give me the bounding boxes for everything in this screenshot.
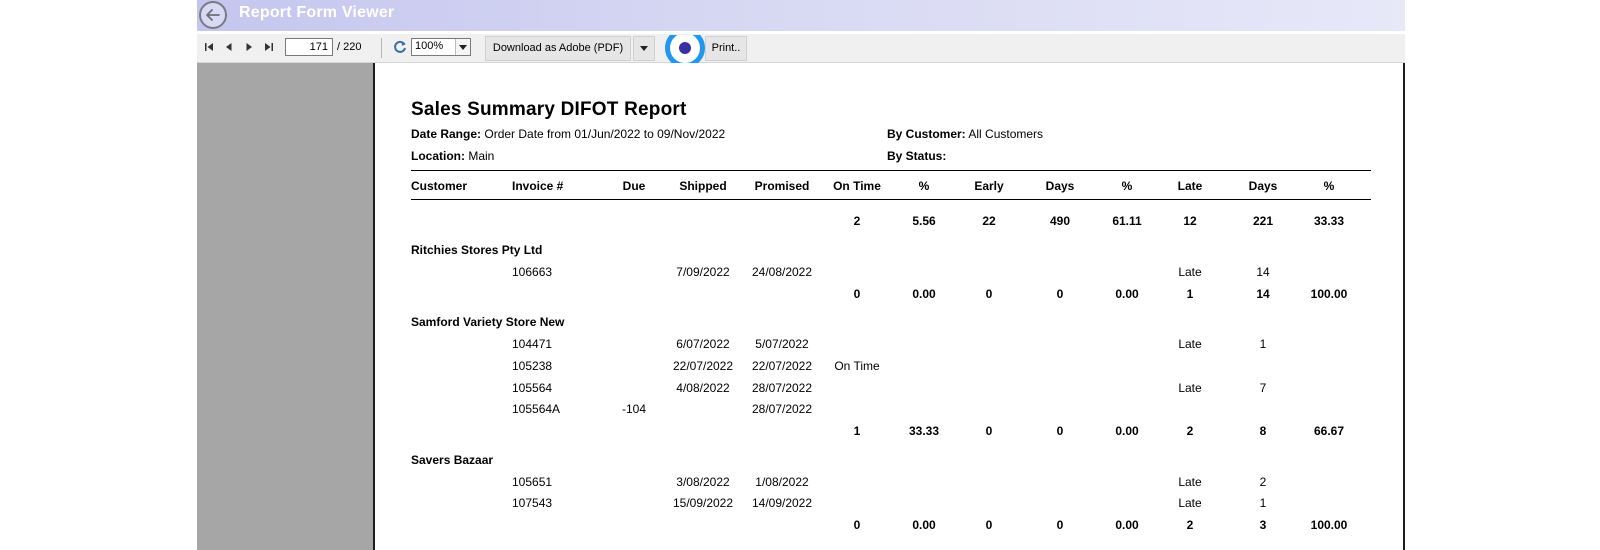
date-range-value: Order Date from 01/Jun/2022 to 09/Nov/20… [484, 127, 726, 141]
next-page-button[interactable] [243, 41, 255, 53]
refresh-button[interactable] [392, 39, 408, 55]
header-bottom-rule [411, 199, 1371, 200]
previous-page-button[interactable] [223, 41, 235, 53]
by-status-meta: By Status: [887, 149, 946, 163]
cursor-dot [679, 42, 691, 54]
late-days-value: 7 [1259, 380, 1267, 395]
last-page-button[interactable] [263, 41, 275, 53]
date-range-meta: Date Range: Order Date from 01/Jun/2022 … [411, 127, 725, 141]
late-days-value: 1 [1259, 337, 1267, 352]
content-area: Sales Summary DIFOT Report Date Range: O… [197, 63, 1405, 550]
download-pdf-button[interactable]: Download as Adobe (PDF) [485, 36, 631, 61]
column-header-late-pct: % [1323, 179, 1335, 193]
page-number-input[interactable]: 171 [285, 38, 333, 56]
window-title: Report Form Viewer [239, 4, 395, 21]
refresh-icon [394, 40, 406, 53]
column-header-invoice: Invoice # [512, 179, 564, 193]
shipped-date: 22/07/2022 [672, 358, 734, 373]
promised-date: 14/09/2022 [751, 496, 813, 511]
report-page[interactable]: Sales Summary DIFOT Report Date Range: O… [373, 63, 1405, 550]
shipped-date: 3/08/2022 [676, 474, 730, 489]
subtotal-late-pct: 66.67 [1313, 424, 1345, 438]
title-bar: Report Form Viewer [197, 0, 1405, 31]
by-status-label: By Status: [887, 149, 947, 163]
first-page-icon [205, 43, 213, 51]
date-range-label: Date Range: [411, 127, 482, 141]
location-label: Location: [411, 149, 465, 163]
invoice-number: 105238 [512, 358, 553, 373]
chevron-down-icon[interactable] [455, 39, 470, 55]
late-days-value: 2 [1259, 474, 1267, 489]
status-on-time: On Time [834, 358, 880, 373]
page-total: / 220 [337, 41, 362, 53]
promised-date: 1/08/2022 [755, 474, 809, 489]
by-customer-meta: By Customer: All Customers [887, 127, 1043, 141]
header-top-rule [411, 170, 1371, 171]
promised-date: 28/07/2022 [751, 402, 813, 417]
invoice-number: 105564A [512, 402, 561, 417]
location-value: Main [468, 149, 495, 163]
customer-group-heading: Savers Bazaar [411, 452, 494, 467]
late-days-value: 1 [1259, 496, 1267, 511]
last-page-icon [265, 43, 273, 51]
chevron-down-icon [640, 46, 648, 51]
customer-group-heading: Ritchies Stores Pty Ltd [411, 243, 543, 257]
previous-page-icon [226, 43, 232, 51]
next-page-icon [246, 43, 252, 51]
invoice-number: 106663 [512, 265, 553, 279]
by-customer-value: All Customers [968, 127, 1044, 141]
grand-total-late-pct: 33.33 [1313, 214, 1345, 228]
invoice-number: 104471 [512, 337, 553, 352]
customer-group-heading: Samford Variety Store New [411, 315, 565, 330]
due-value: -104 [621, 402, 647, 417]
promised-date: 24/08/2022 [751, 265, 813, 279]
subtotal-late-pct: 100.00 [1310, 517, 1348, 532]
report-toolbar: 171 / 220 100% Download as Adobe (PDF) P… [197, 34, 1405, 63]
promised-date: 28/07/2022 [751, 380, 813, 395]
zoom-select[interactable]: 100% [411, 38, 471, 56]
promised-date: 5/07/2022 [755, 337, 809, 352]
shipped-date: 6/07/2022 [676, 337, 730, 352]
report-title: Sales Summary DIFOT Report [411, 99, 687, 120]
column-header-customer: Customer [411, 179, 468, 193]
location-meta: Location: Main [411, 149, 494, 163]
toolbar-separator [381, 38, 382, 58]
invoice-number: 105564 [512, 380, 553, 395]
column-header-shipped: Shipped [679, 179, 727, 193]
shipped-date: 15/09/2022 [672, 496, 734, 511]
first-page-button[interactable] [203, 41, 215, 53]
left-pane [197, 63, 373, 550]
back-button[interactable] [199, 1, 227, 29]
shipped-date: 4/08/2022 [676, 380, 730, 395]
print-button[interactable]: Print.. [705, 36, 747, 61]
shipped-date: 7/09/2022 [676, 265, 730, 279]
back-arrow-icon [206, 9, 220, 21]
invoice-number: 105651 [512, 474, 553, 489]
zoom-value: 100% [415, 40, 444, 52]
subtotal-late-pct: 100.00 [1310, 286, 1348, 301]
report-viewer-window: Report Form Viewer 171 / 220 100% Downlo… [197, 0, 1405, 550]
by-customer-label: By Customer: [887, 127, 966, 141]
cursor-indicator [665, 35, 705, 63]
download-options-button[interactable] [633, 36, 655, 61]
late-days-value: 14 [1256, 265, 1270, 279]
invoice-number: 107543 [512, 496, 553, 511]
